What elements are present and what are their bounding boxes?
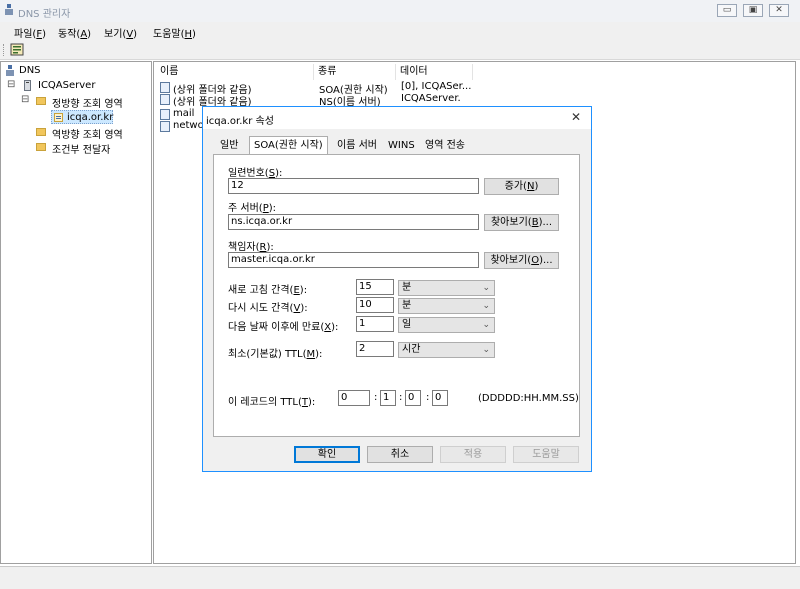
ttl-days-input[interactable]: 0 [338, 390, 370, 406]
console-tree: DNS ⊟ ICQAServer ⊟ 정방향 조회 영역 icqa.or.kr … [0, 61, 152, 564]
chevron-down-icon: ⌄ [482, 320, 490, 330]
list-item[interactable]: (상위 폴더와 같음) NS(이름 서버) ICQAServer. [160, 93, 480, 108]
ttl-separator: : [426, 392, 430, 403]
minimum-ttl-unit-select[interactable]: 시간 ⌄ [398, 342, 495, 358]
serial-input[interactable]: 12 [228, 178, 479, 194]
tree-label-forward-zone: 정방향 조회 영역 [52, 99, 123, 110]
minimize-button[interactable]: ▭ [717, 4, 737, 17]
toolbar-grip [3, 44, 6, 56]
tree-label-dns: DNS [19, 65, 41, 76]
dialog-title: icqa.or.kr 속성 [206, 116, 274, 127]
column-header-data[interactable]: 데이터 [396, 64, 473, 80]
tree-item-server[interactable]: ⊟ ICQAServer [7, 79, 147, 92]
column-header-type[interactable]: 종류 [314, 64, 396, 80]
record-data: ICQAServer. [401, 93, 461, 104]
record-ttl-label: 이 레코드의 TTL(T): [228, 397, 316, 408]
refresh-interval-input[interactable]: 15 [356, 279, 394, 295]
properties-tool-icon[interactable] [10, 43, 24, 56]
retry-interval-input[interactable]: 10 [356, 297, 394, 313]
toolbar [0, 40, 800, 60]
record-name: networ [173, 120, 204, 131]
ttl-format-hint: (DDDDD:HH.MM.SS) [478, 393, 579, 404]
maximize-button[interactable]: ▣ [743, 4, 763, 17]
primary-server-label: 주 서버(P): [228, 203, 276, 214]
expire-input[interactable]: 1 [356, 316, 394, 332]
tree-label-reverse-zone: 역방향 조회 영역 [52, 130, 123, 141]
tree-item-conditional-forwarders[interactable]: 조건부 전달자 [36, 141, 151, 156]
menu-help[interactable]: 도움말(H) [153, 25, 196, 40]
record-icon [160, 94, 170, 105]
menu-action[interactable]: 동작(A) [58, 25, 91, 40]
collapse-icon[interactable]: ⊟ [7, 79, 15, 90]
tab-zone-transfers[interactable]: 영역 전송 [421, 139, 469, 154]
tree-item-zone-selected[interactable]: icqa.or.kr [51, 110, 113, 124]
ok-button[interactable]: 확인 [294, 446, 360, 463]
minimum-ttl-input[interactable]: 2 [356, 341, 394, 357]
expire-label: 다음 날짜 이후에 만료(X): [228, 322, 339, 333]
list-item[interactable]: mail [160, 108, 204, 120]
tree-label-server: ICQAServer [38, 80, 96, 91]
record-name: mail [173, 108, 195, 119]
server-icon [24, 80, 31, 91]
apply-button[interactable]: 적용 [440, 446, 506, 463]
status-bar [0, 566, 800, 589]
ttl-separator: : [399, 392, 403, 403]
expire-unit-select[interactable]: 일 ⌄ [398, 317, 495, 333]
ttl-minutes-input[interactable]: 0 [405, 390, 421, 406]
cancel-button[interactable]: 취소 [367, 446, 433, 463]
window-title: DNS 관리자 [18, 9, 71, 20]
record-data: [0], ICQASer... [401, 81, 472, 92]
chevron-down-icon: ⌄ [482, 283, 490, 293]
column-header-name[interactable]: 이름 [156, 64, 314, 80]
tree-item-reverse-zone[interactable]: 역방향 조회 영역 [36, 126, 151, 141]
tab-name-servers[interactable]: 이름 서버 [333, 139, 381, 154]
ttl-seconds-input[interactable]: 0 [432, 390, 448, 406]
primary-server-input[interactable]: ns.icqa.or.kr [228, 214, 479, 230]
menu-view[interactable]: 보기(V) [104, 25, 137, 40]
folder-icon [36, 143, 46, 151]
dialog-close-icon[interactable]: ✕ [571, 110, 581, 124]
tab-soa[interactable]: SOA(권한 시작) [249, 136, 328, 155]
tab-wins[interactable]: WINS [384, 139, 419, 154]
list-item[interactable]: networ [160, 120, 204, 132]
tree-label-zone: icqa.or.kr [67, 112, 114, 123]
help-button[interactable]: 도움말 [513, 446, 579, 463]
browse-primary-button[interactable]: 찾아보기(B)... [484, 214, 559, 231]
increment-button[interactable]: 증가(N) [484, 178, 559, 195]
tree-label-conditional: 조건부 전달자 [52, 145, 111, 156]
browse-responsible-button[interactable]: 찾아보기(O)... [484, 252, 559, 269]
ttl-hours-input[interactable]: 1 [380, 390, 396, 406]
record-icon [160, 121, 170, 132]
folder-icon [36, 97, 46, 105]
ttl-separator: : [374, 392, 378, 403]
minimum-ttl-label: 최소(기본값) TTL(M): [228, 349, 323, 360]
dns-app-icon [4, 4, 14, 16]
menu-file[interactable]: 파일(F) [14, 25, 46, 40]
dns-icon [5, 65, 15, 76]
retry-unit-select[interactable]: 분 ⌄ [398, 298, 495, 314]
retry-interval-label: 다시 시도 간격(V): [228, 303, 308, 314]
serial-label: 일련번호(S): [228, 168, 283, 179]
record-icon [160, 82, 170, 93]
record-icon [160, 109, 170, 120]
responsible-label: 책임자(R): [228, 242, 274, 253]
refresh-unit-select[interactable]: 분 ⌄ [398, 280, 495, 296]
title-bar: DNS 관리자 ▭ ▣ ✕ [0, 0, 800, 22]
chevron-down-icon: ⌄ [482, 345, 490, 355]
menu-bar: 파일(F) 동작(A) 보기(V) 도움말(H) [0, 22, 800, 40]
close-window-button[interactable]: ✕ [769, 4, 789, 17]
tree-item-forward-zone[interactable]: ⊟ 정방향 조회 영역 [21, 94, 151, 110]
responsible-input[interactable]: master.icqa.or.kr [228, 252, 479, 268]
dialog-title-bar: icqa.or.kr 속성 ✕ [203, 107, 591, 129]
chevron-down-icon: ⌄ [482, 301, 490, 311]
list-item[interactable]: (상위 폴더와 같음) SOA(권한 시작) [0], ICQASer... [160, 81, 480, 96]
zone-properties-dialog: icqa.or.kr 속성 ✕ 일반 SOA(권한 시작) 이름 서버 WINS… [202, 106, 592, 472]
refresh-interval-label: 새로 고침 간격(E): [228, 285, 308, 296]
collapse-icon[interactable]: ⊟ [21, 94, 29, 105]
zone-icon [54, 113, 63, 122]
tab-general[interactable]: 일반 [216, 139, 242, 154]
soa-tab-panel: 일련번호(S): 12 증가(N) 주 서버(P): ns.icqa.or.kr… [213, 154, 580, 437]
folder-icon [36, 128, 46, 136]
